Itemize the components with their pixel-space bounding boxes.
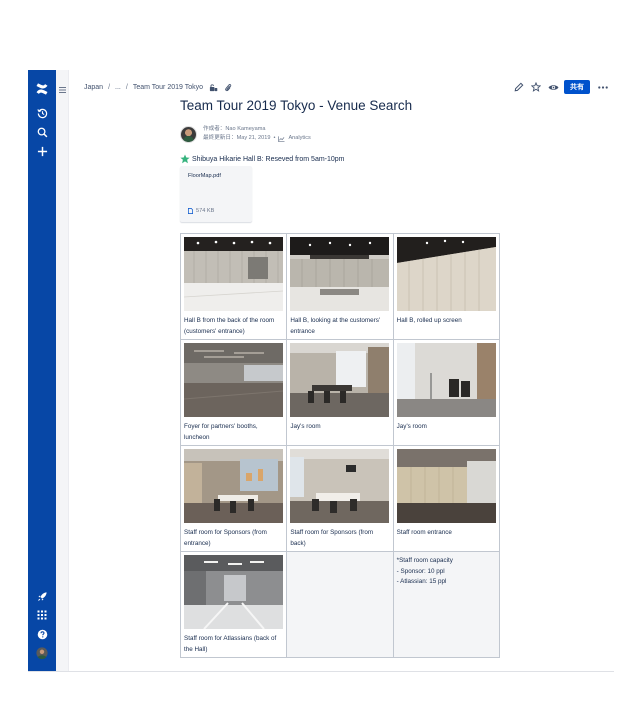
green-star-icon: [180, 154, 190, 164]
breadcrumb: Japan / ... / Team Tour 2019 Tokyo: [84, 80, 238, 94]
table-row: Staff room for Atlassians (back of the H…: [179, 551, 501, 658]
byline-separator: •: [273, 135, 276, 141]
sidebar-collapsed: [56, 70, 69, 672]
breadcrumb-separator: /: [125, 83, 128, 91]
photo-staff-room-atlassians[interactable]: [184, 555, 283, 629]
create-icon[interactable]: [32, 141, 52, 161]
author-label[interactable]: 作成者：Nao Kameyama: [203, 125, 265, 134]
photo-jays-room-2[interactable]: [396, 343, 496, 417]
more-icon[interactable]: [597, 81, 609, 93]
photo-caption: Jay's room: [396, 423, 427, 430]
page-title: Team Tour 2019 Tokyo - Venue Search: [180, 98, 413, 113]
app-switcher-icon[interactable]: [32, 605, 52, 625]
attachment-size: 574 KB: [188, 208, 214, 214]
capacity-note-line: - Atlassian: 15 ppl: [396, 578, 447, 585]
table-cell: Staff room entrance: [392, 445, 501, 552]
star-icon[interactable]: [530, 81, 542, 93]
photo-table: Hall B from the back of the room (custom…: [179, 233, 501, 658]
table-cell: Hall B, looking at the customers' entran…: [286, 233, 394, 340]
table-row: Staff room for Sponsors (from entrance) …: [179, 445, 501, 552]
table-cell: Staff room for Sponsors (from entrance): [179, 445, 288, 552]
reservation-text: Shibuya Hikarie Hall B: Reseved from 5am…: [192, 155, 345, 163]
breadcrumb-space[interactable]: Japan: [84, 84, 103, 91]
table-cell: Hall B from the back of the room (custom…: [179, 233, 288, 340]
table-cell-note: *Staff room capacity - Sponsor: 10 ppl -…: [392, 551, 501, 658]
photo-foyer[interactable]: [184, 343, 283, 417]
table-row: Hall B from the back of the room (custom…: [179, 233, 501, 340]
photo-staff-room-sponsors-entrance[interactable]: [184, 449, 283, 523]
table-cell: Jay's room: [286, 339, 394, 446]
photo-staff-room-sponsors-back[interactable]: [290, 449, 390, 523]
help-icon[interactable]: [32, 624, 52, 644]
rocket-icon[interactable]: [32, 586, 52, 606]
analytics-icon: [278, 135, 285, 142]
sidebar-expand-icon[interactable]: [57, 84, 67, 96]
table-row: Foyer for partners' booths, luncheon Jay…: [179, 339, 501, 446]
app-frame: Japan / ... / Team Tour 2019 Tokyo 共有 Te…: [28, 70, 614, 672]
photo-caption: Foyer for partners' booths, luncheon: [184, 423, 258, 441]
table-cell: Jay's room: [392, 339, 501, 446]
restrictions-icon[interactable]: [209, 83, 218, 92]
attachment-size-label: 574 KB: [196, 208, 215, 214]
photo-hall-b-back[interactable]: [184, 237, 283, 311]
table-cell: Foyer for partners' booths, luncheon: [179, 339, 288, 446]
photo-caption: Staff room for Sponsors (from back): [290, 529, 374, 547]
watch-icon[interactable]: [547, 81, 559, 93]
attachment-name: FloorMap.pdf: [188, 173, 221, 179]
breadcrumb-separator: /: [108, 83, 111, 91]
confluence-logo-icon[interactable]: [32, 79, 52, 99]
photo-caption: Hall B, looking at the customers' entran…: [290, 317, 381, 335]
photo-hall-b-entrance[interactable]: [290, 237, 390, 311]
global-navigation: [28, 70, 56, 672]
page-actions: 共有: [508, 80, 609, 94]
edit-icon[interactable]: [513, 81, 525, 93]
photo-caption: Hall B from the back of the room (custom…: [184, 317, 275, 335]
author-avatar[interactable]: [180, 125, 197, 143]
page-header: Japan / ... / Team Tour 2019 Tokyo 共有: [84, 80, 609, 94]
capacity-note-line: - Sponsor: 10 ppl: [396, 567, 445, 575]
analytics-label: Analytics: [288, 135, 311, 141]
breadcrumb-current[interactable]: Team Tour 2019 Tokyo: [133, 84, 203, 91]
attachment-icon[interactable]: [224, 83, 232, 92]
document-icon: [188, 208, 193, 214]
table-cell: Staff room for Sponsors (from back): [286, 445, 394, 552]
frame-bottom-divider: [28, 671, 614, 672]
table-cell-empty: [286, 551, 394, 658]
table-cell: Staff room for Atlassians (back of the H…: [179, 551, 288, 658]
last-updated-label[interactable]: 最終更新日：May 21, 2019: [203, 134, 270, 143]
photo-jays-room-1[interactable]: [290, 343, 390, 417]
photo-caption: Jay's room: [290, 423, 321, 430]
capacity-note: *Staff room capacity - Sponsor: 10 ppl -…: [397, 556, 496, 588]
photo-caption: Staff room for Atlassians (back of the H…: [184, 635, 277, 653]
photo-staff-room-entrance[interactable]: [396, 449, 496, 523]
photo-caption: Staff room entrance: [396, 529, 452, 536]
capacity-note-line: *Staff room capacity: [396, 557, 453, 564]
table-cell: Hall B, rolled up screen: [392, 233, 501, 340]
breadcrumb-ellipsis[interactable]: ...: [115, 84, 121, 91]
reservation-note: Shibuya Hikarie Hall B: Reseved from 5am…: [180, 154, 345, 164]
search-icon[interactable]: [32, 122, 52, 142]
photo-caption: Staff room for Sponsors (from entrance): [184, 529, 267, 547]
user-avatar[interactable]: [32, 643, 52, 663]
attachment-card[interactable]: FloorMap.pdf 574 KB: [180, 166, 252, 222]
photo-hall-b-screen[interactable]: [396, 237, 496, 311]
share-button[interactable]: 共有: [564, 80, 590, 94]
analytics-link[interactable]: Analytics: [278, 134, 311, 143]
recent-icon[interactable]: [32, 103, 52, 123]
photo-caption: Hall B, rolled up screen: [396, 317, 462, 324]
page-byline: 作成者：Nao Kameyama 最終更新日：May 21, 2019 • An…: [180, 125, 311, 143]
